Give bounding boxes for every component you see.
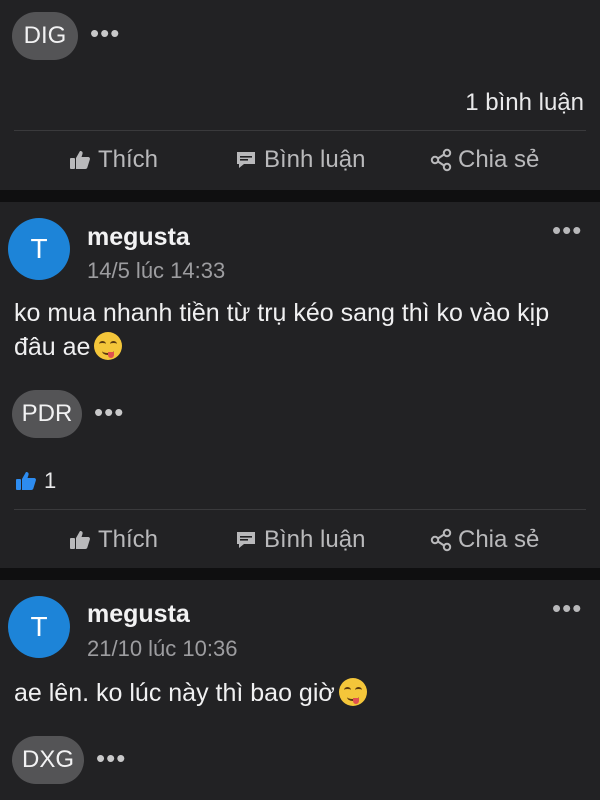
more-options-icon[interactable]: ••• bbox=[96, 745, 126, 771]
thumbs-up-icon bbox=[70, 531, 90, 549]
author-name[interactable]: megusta bbox=[87, 600, 190, 629]
stock-tag-label: DIG bbox=[23, 22, 67, 49]
avatar[interactable]: T bbox=[8, 218, 70, 280]
more-options-icon[interactable]: ••• bbox=[90, 20, 120, 46]
share-label: Chia sẻ bbox=[458, 526, 540, 553]
post-timestamp: 21/10 lúc 10:36 bbox=[87, 636, 238, 661]
avatar[interactable]: T bbox=[8, 596, 70, 658]
comment-count[interactable]: 1 bình luận bbox=[465, 89, 584, 117]
post-card-2: T megusta 21/10 lúc 10:36 ••• ae lên. ko… bbox=[0, 580, 600, 800]
post-timestamp: 14/5 lúc 14:33 bbox=[87, 258, 226, 283]
comment-label: Bình luận bbox=[264, 146, 366, 173]
stock-tag-label: DXG bbox=[21, 746, 74, 773]
like-count-value: 1 bbox=[44, 468, 57, 493]
comment-button[interactable]: Bình luận bbox=[234, 146, 365, 174]
thumbs-up-icon bbox=[70, 151, 90, 169]
more-options-icon[interactable]: ••• bbox=[94, 399, 124, 425]
zany-emoji-icon bbox=[338, 678, 367, 706]
like-button[interactable]: Thích bbox=[68, 526, 158, 554]
more-options-icon[interactable]: ••• bbox=[552, 217, 582, 243]
share-button[interactable]: Chia sẻ bbox=[430, 526, 539, 554]
comment-button[interactable]: Bình luận bbox=[234, 526, 365, 554]
yum-emoji-icon bbox=[94, 332, 123, 360]
more-options-icon[interactable]: ••• bbox=[552, 595, 582, 621]
stock-tag[interactable]: DXG bbox=[12, 736, 84, 784]
post-text: ae lên. ko lúc này thì bao giờ bbox=[14, 679, 335, 707]
divider bbox=[14, 509, 586, 510]
post-card-0: DIG ••• 1 bình luận Thích Bình luận Chia… bbox=[0, 0, 600, 190]
share-icon bbox=[430, 528, 452, 552]
like-label: Thích bbox=[98, 146, 159, 173]
stock-tag[interactable]: PDR bbox=[12, 390, 82, 438]
divider bbox=[14, 130, 586, 131]
like-count[interactable]: 1 bbox=[14, 468, 56, 494]
stock-tag-label: PDR bbox=[21, 400, 73, 427]
avatar-letter: T bbox=[30, 233, 48, 264]
like-button[interactable]: Thích bbox=[68, 146, 158, 174]
post-card-1: T megusta 14/5 lúc 14:33 ••• ko mua nhan… bbox=[0, 202, 600, 568]
thumbs-up-icon bbox=[16, 472, 36, 490]
share-icon bbox=[430, 148, 452, 172]
like-label: Thích bbox=[98, 526, 159, 553]
share-button[interactable]: Chia sẻ bbox=[430, 146, 539, 174]
share-label: Chia sẻ bbox=[458, 146, 540, 173]
post-content: ko mua nhanh tiền từ trụ kéo sang thì ko… bbox=[14, 296, 586, 364]
stock-tag[interactable]: DIG bbox=[12, 12, 78, 60]
avatar-letter: T bbox=[30, 611, 48, 642]
comment-icon bbox=[237, 532, 255, 548]
comment-label: Bình luận bbox=[264, 526, 366, 553]
author-name[interactable]: megusta bbox=[87, 223, 190, 252]
comment-icon bbox=[237, 152, 255, 168]
post-content: ae lên. ko lúc này thì bao giờ bbox=[14, 676, 586, 710]
